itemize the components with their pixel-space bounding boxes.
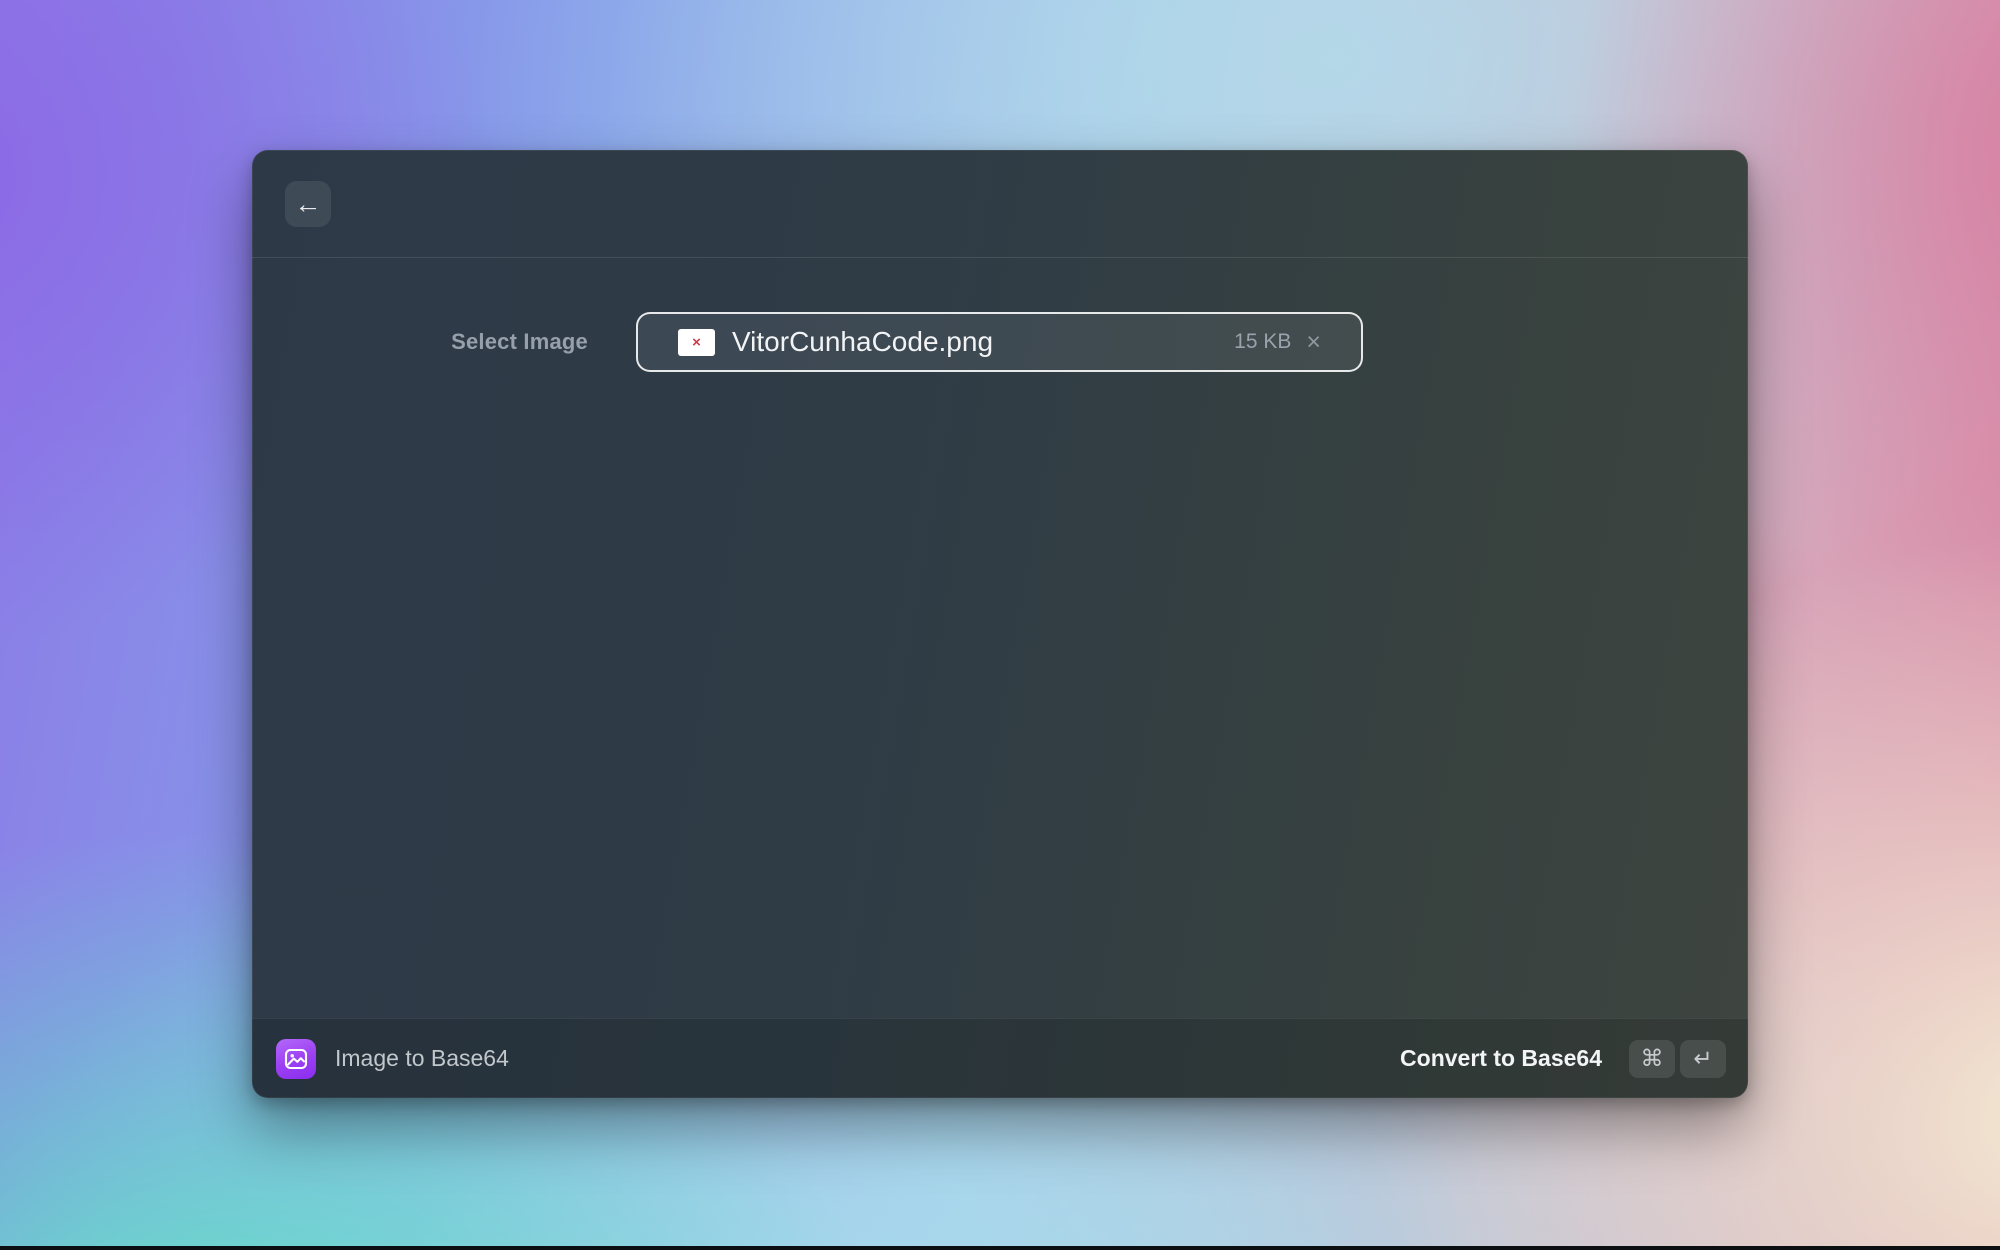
broken-image-icon: × xyxy=(692,333,701,351)
cmd-key-icon: ⌘ xyxy=(1640,1045,1664,1072)
image-icon xyxy=(284,1048,308,1069)
file-size-badge: 15 KB xyxy=(1234,330,1292,353)
back-button[interactable]: ← xyxy=(285,181,331,227)
selected-image-chip[interactable]: × VitorCunhaCode.png 15 KB × xyxy=(636,312,1363,372)
window-header: ← xyxy=(252,150,1748,258)
extension-badge xyxy=(276,1038,316,1079)
convert-action-button[interactable]: Convert to Base64 xyxy=(1400,1045,1602,1072)
cmd-key[interactable]: ⌘ xyxy=(1629,1039,1675,1078)
raycast-extension-window: ← Select Image × VitorCunhaCode.png 15 K… xyxy=(252,150,1748,1098)
remove-file-icon[interactable]: × xyxy=(1306,329,1321,355)
screen-bottom-edge xyxy=(0,1246,2000,1250)
action-bar: Image to Base64 Convert to Base64 ⌘ ↵ xyxy=(252,1018,1748,1098)
image-thumbnail: × xyxy=(678,328,715,356)
extension-title: Image to Base64 xyxy=(335,1045,509,1071)
arrow-left-icon: ← xyxy=(294,188,322,219)
file-name: VitorCunhaCode.png xyxy=(732,326,994,357)
select-image-label: Select Image xyxy=(451,329,588,354)
return-key-icon: ↵ xyxy=(1693,1045,1713,1072)
return-key[interactable]: ↵ xyxy=(1680,1039,1726,1078)
